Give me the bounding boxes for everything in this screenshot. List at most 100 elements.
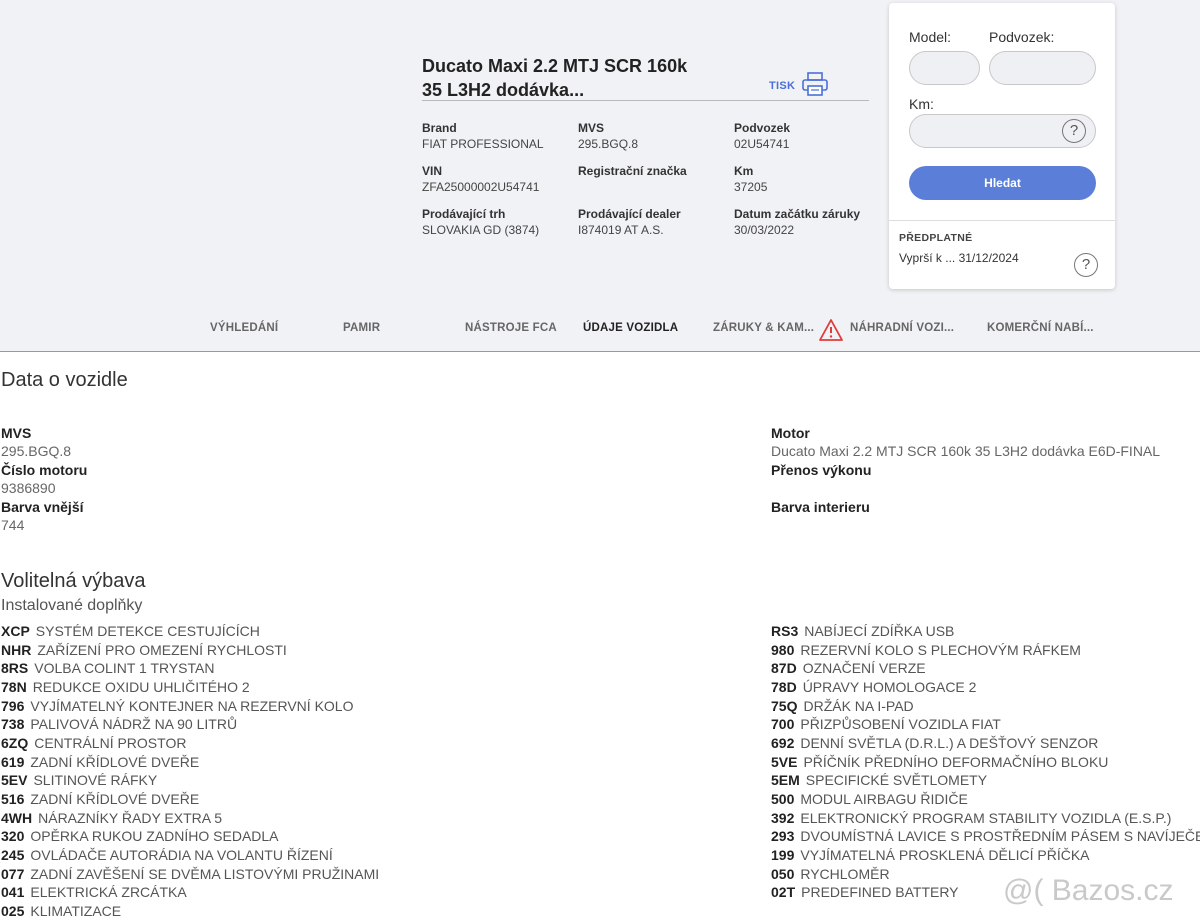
option-code: 87D: [771, 660, 797, 677]
option-description: SYSTÉM DETEKCE CESTUJÍCÍCH: [35, 623, 260, 639]
option-description: VOLBA COLINT 1 TRYSTAN: [34, 660, 215, 677]
option-code: 78D: [771, 678, 797, 695]
chassis-label: Podvozek:: [989, 29, 1055, 45]
option-item: 5EM SPECIFICKÉ SVĚTLOMETY: [771, 771, 1200, 790]
options-left-list: XCP SYSTÉM DETEKCE CESTUJÍCÍCH NHR ZAŘÍZENÍ…: [1, 622, 379, 921]
options-right-list: RS3 NABÍJECÍ ZDÍŘKA USB 980 REZERVNÍ KOLO S…: [771, 622, 1200, 902]
field-label: Přenos výkonu: [771, 462, 872, 478]
option-item: 5VE PŘÍČNÍK PŘEDNÍHO DEFORMAČNÍHO BLOKU: [771, 753, 1200, 772]
tab-komercni-nabidky[interactable]: KOMERČNÍ NABÍ...: [987, 322, 1094, 334]
option-description: DRŽÁK NA I-PAD: [803, 697, 914, 714]
field-label: Číslo motoru: [1, 462, 88, 478]
card-divider: [889, 220, 1115, 221]
chassis-input[interactable]: [989, 51, 1096, 85]
info-value: 295.BGQ.8: [578, 137, 639, 151]
option-code: 245: [1, 846, 25, 863]
option-item: 4WH NÁRAZNÍKY ŘADY EXTRA 5: [1, 809, 379, 828]
option-item: 392 ELEKTRONICKÝ PROGRAM STABILITY VOZIDL…: [771, 809, 1200, 828]
option-description: ZADNÍ ZAVĚŠENÍ SE DVĚMA LISTOVÝMI PRUŽIN…: [30, 865, 380, 882]
option-description: RYCHLOMĚR: [800, 865, 890, 882]
option-item: 245 OVLÁDAČE AUTORÁDIA NA VOLANTU ŘÍZENÍ: [1, 846, 379, 865]
option-code: 5EV: [1, 772, 28, 789]
option-item: 87D OZNAČENÍ VERZE: [771, 659, 1200, 678]
info-km: Km 37205: [734, 163, 767, 195]
option-item: 293 DVOUMÍSTNÁ LAVICE S PROSTŘEDNÍM PÁSEM…: [771, 827, 1200, 846]
option-code: 738: [1, 716, 25, 733]
option-code: 5VE: [771, 753, 798, 770]
option-description: ZADNÍ KŘÍDLOVÉ DVEŘE: [30, 790, 200, 807]
printer-icon[interactable]: [801, 71, 829, 97]
option-code: 700: [771, 716, 795, 733]
option-description: DENNÍ SVĚTLA (D.R.L.) A DEŠŤOVÝ SENZOR: [800, 734, 1099, 751]
field-value: 295.BGQ.8: [1, 443, 72, 459]
field-engine-number: Číslo motoru 9386890: [1, 461, 87, 497]
watermark: @( Bazos.cz: [1003, 874, 1174, 907]
option-code: 6ZQ: [1, 734, 29, 751]
search-card: Model: Podvozek: Km: ? Hledat PŘEDPLATNÉ…: [889, 3, 1115, 289]
info-label: Brand: [422, 121, 457, 135]
option-description: REZERVNÍ KOLO S PLECHOVÝM RÁFKEM: [800, 641, 1081, 658]
option-item: 8RS VOLBA COLINT 1 TRYSTAN: [1, 659, 379, 678]
info-value: 37205: [734, 180, 768, 194]
field-value: 744: [1, 517, 25, 533]
option-code: 980: [771, 641, 795, 658]
tab-nahradni-vozidla[interactable]: NÁHRADNÍ VOZI...: [850, 322, 954, 334]
option-code: RS3: [771, 623, 799, 639]
tab-nastroje-fca[interactable]: NÁSTROJE FCA: [465, 322, 557, 334]
field-transmission: Přenos výkonu: [771, 461, 871, 479]
option-description: PŘIZPŮSOBENÍ VOZIDLA FIAT: [800, 716, 1001, 733]
info-brand: Brand FIAT PROFESSIONAL: [422, 120, 544, 152]
option-code: 02T: [771, 884, 796, 901]
option-code: 077: [1, 865, 25, 882]
print-link[interactable]: TISK: [769, 80, 795, 92]
optional-equipment-title: Volitelná výbava: [1, 570, 146, 592]
vehicle-title: Ducato Maxi 2.2 MTJ SCR 160k 35 L3H2 dod…: [422, 54, 712, 102]
option-description: REDUKCE OXIDU UHLIČITÉHO 2: [32, 678, 250, 695]
option-description: DVOUMÍSTNÁ LAVICE S PROSTŘEDNÍM PÁSEM S …: [800, 828, 1200, 845]
option-code: XCP: [1, 623, 30, 639]
subscription-expiry: Vyprší k ... 31/12/2024: [899, 251, 1019, 265]
field-label: MVS: [1, 425, 32, 441]
info-label: Datum začátku záruky: [734, 207, 861, 221]
option-description: PALIVOVÁ NÁDRŽ NA 90 LITRŮ: [30, 716, 238, 733]
tab-udaje-vozidla[interactable]: ÚDAJE VOZIDLA: [583, 322, 678, 334]
info-value: FIAT PROFESSIONAL: [422, 137, 544, 151]
option-description: OZNAČENÍ VERZE: [802, 660, 926, 677]
field-interior-color: Barva interieru: [771, 498, 870, 516]
option-item: NHR ZAŘÍZENÍ PRO OMEZENÍ RYCHLOSTI: [1, 641, 379, 660]
option-code: 392: [771, 809, 795, 826]
field-mvs: MVS 295.BGQ.8: [1, 424, 71, 460]
option-item: XCP SYSTÉM DETEKCE CESTUJÍCÍCH: [1, 622, 379, 641]
model-label: Model:: [909, 29, 952, 45]
info-dealer: Prodávající dealer I874019 AT A.S.: [578, 206, 681, 238]
option-code: 516: [1, 790, 25, 807]
option-description: VYJÍMATELNÁ PROSKLENÁ DĚLICÍ PŘÍČKA: [800, 846, 1090, 863]
model-input[interactable]: [909, 51, 980, 85]
km-label: Km:: [909, 96, 934, 112]
search-button[interactable]: Hledat: [909, 166, 1096, 200]
tab-zaruky[interactable]: ZÁRUKY & KAM...: [713, 322, 814, 334]
info-value: 02U54741: [734, 137, 790, 151]
field-label: Barva vnější: [1, 499, 84, 515]
option-item: 619 ZADNÍ KŘÍDLOVÉ DVEŘE: [1, 753, 379, 772]
info-label: Podvozek: [734, 121, 791, 135]
option-item: 025 KLIMATIZACE: [1, 902, 379, 921]
option-code: 5EM: [771, 772, 800, 789]
tab-vyhledani[interactable]: VÝHLEDÁNÍ: [210, 322, 278, 334]
option-description: SPECIFICKÉ SVĚTLOMETY: [805, 772, 988, 789]
option-description: ELEKTRICKÁ ZRCÁTKA: [30, 884, 187, 901]
option-description: KLIMATIZACE: [30, 902, 122, 919]
option-description: NÁRAZNÍKY ŘADY EXTRA 5: [38, 809, 222, 826]
option-description: VYJÍMATELNÝ KONTEJNER NA REZERVNÍ KOLO: [30, 697, 354, 714]
option-code: 75Q: [771, 697, 798, 714]
tab-pamir[interactable]: PAMIR: [343, 322, 380, 334]
option-description: ZADNÍ KŘÍDLOVÉ DVEŘE: [30, 753, 200, 770]
option-description: MODUL AIRBAGU ŘIDIČE: [800, 790, 968, 807]
subscription-help-icon[interactable]: ?: [1074, 253, 1098, 277]
info-vin: VIN ZFA25000002U54741: [422, 163, 539, 195]
option-item: 78D ÚPRAVY HOMOLOGACE 2: [771, 678, 1200, 697]
km-help-icon[interactable]: ?: [1062, 119, 1086, 143]
option-code: 050: [771, 865, 795, 882]
field-label: Barva interieru: [771, 499, 870, 515]
option-item: 692 DENNÍ SVĚTLA (D.R.L.) A DEŠŤOVÝ SENZO…: [771, 734, 1200, 753]
